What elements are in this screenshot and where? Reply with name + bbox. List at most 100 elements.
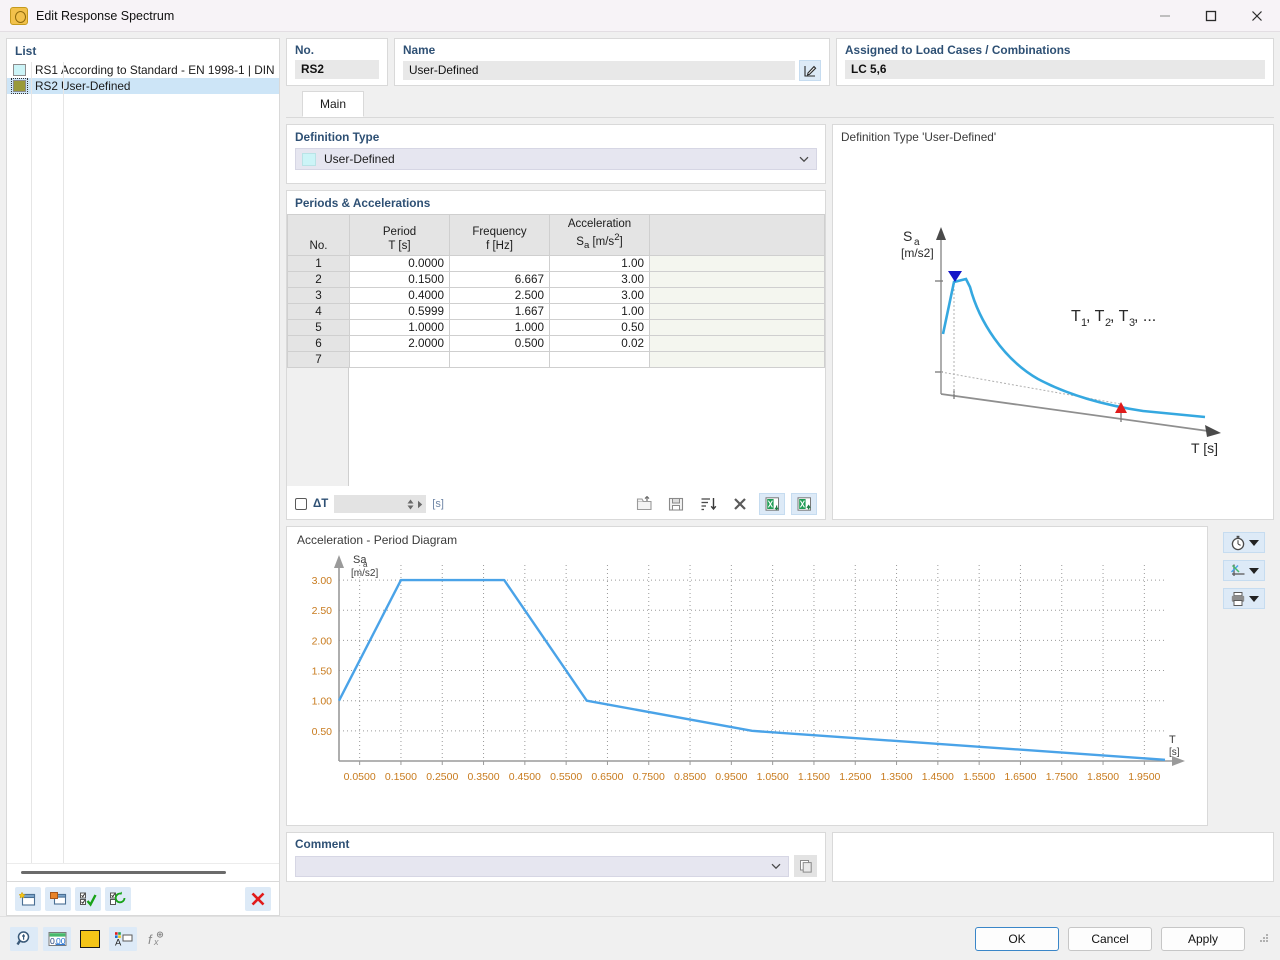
assigned-field-group: Assigned to Load Cases / Combinations: [836, 38, 1274, 86]
cell-frequency[interactable]: [450, 352, 550, 368]
acceleration-period-diagram-panel: Acceleration - Period Diagram 0.501.001.…: [286, 526, 1208, 826]
no-field-group: No.: [286, 38, 388, 86]
list-item[interactable]: RS1 According to Standard - EN 1998-1 | …: [7, 62, 279, 78]
list-item-no: RS1: [31, 63, 61, 77]
cell-period[interactable]: 0.1500: [350, 272, 450, 288]
column-header-blank: [650, 215, 825, 256]
tab-main[interactable]: Main: [302, 91, 364, 117]
cell-period[interactable]: 0.0000: [350, 256, 450, 272]
stepper-next-icon[interactable]: [416, 500, 424, 509]
table-row[interactable]: 3 0.4000 2.500 3.00: [288, 288, 825, 304]
sort-button[interactable]: [695, 493, 721, 515]
cell-acceleration[interactable]: [550, 352, 650, 368]
axis-chart-icon: [1230, 563, 1246, 579]
close-button[interactable]: [1234, 0, 1280, 32]
excel-import-button[interactable]: [759, 493, 785, 515]
comment-copy-button[interactable]: [794, 855, 817, 877]
svg-text:0.4500: 0.4500: [509, 771, 541, 783]
chart-area[interactable]: 0.501.001.502.002.503.000.05000.15000.25…: [287, 549, 1207, 825]
check-all-button[interactable]: [75, 887, 101, 911]
svg-text:0.3500: 0.3500: [467, 771, 499, 783]
svg-text:1.3500: 1.3500: [880, 771, 912, 783]
table-empty-area: [287, 368, 825, 486]
delete-item-button[interactable]: [245, 887, 271, 911]
definition-preview-header: Definition Type 'User-Defined': [833, 125, 1273, 148]
cell-period[interactable]: 2.0000: [350, 336, 450, 352]
dialog-footer: 0, 00 A f: [0, 916, 1280, 960]
cell-acceleration[interactable]: 0.50: [550, 320, 650, 336]
new-item-button[interactable]: [15, 887, 41, 911]
formula-button[interactable]: f x: [142, 927, 170, 951]
cell-frequency[interactable]: 6.667: [450, 272, 550, 288]
svg-text:, T: , T: [1086, 308, 1105, 325]
svg-text:0.7500: 0.7500: [633, 771, 665, 783]
periods-table: No. PeriodT [s] Frequencyf [Hz]: [287, 214, 825, 368]
table-row[interactable]: 6 2.0000 0.500 0.02: [288, 336, 825, 352]
table-row[interactable]: 7: [288, 352, 825, 368]
color-swatch-icon: [80, 930, 100, 948]
cell-frequency[interactable]: 2.500: [450, 288, 550, 304]
cell-acceleration[interactable]: 1.00: [550, 256, 650, 272]
delta-t-stepper[interactable]: [334, 495, 426, 513]
number-format-button[interactable]: 0, 00: [43, 927, 71, 951]
apply-button[interactable]: Apply: [1161, 927, 1245, 951]
comment-panel: Comment: [286, 832, 826, 882]
svg-text:0.1500: 0.1500: [385, 771, 417, 783]
color-swatch-button[interactable]: [76, 927, 104, 951]
refresh-check-button[interactable]: [105, 887, 131, 911]
import-button[interactable]: [631, 493, 657, 515]
pencil-edit-icon[interactable]: [799, 60, 821, 81]
cell-frequency[interactable]: 1.000: [450, 320, 550, 336]
list-item[interactable]: RS2 User-Defined: [7, 78, 279, 94]
cell-no: 7: [288, 352, 350, 368]
definition-preview-panel: Definition Type 'User-Defined' S a [m/s2…: [832, 124, 1274, 520]
name-input[interactable]: [403, 61, 795, 80]
excel-export-button[interactable]: [791, 493, 817, 515]
cell-period[interactable]: [350, 352, 450, 368]
definition-type-select[interactable]: User-Defined: [295, 148, 817, 170]
timer-options-button[interactable]: [1223, 532, 1265, 553]
table-row[interactable]: 5 1.0000 1.000 0.50: [288, 320, 825, 336]
cell-blank: [650, 352, 825, 368]
cell-period[interactable]: 0.5999: [350, 304, 450, 320]
list-horizontal-scrollbar[interactable]: [7, 863, 279, 881]
cell-frequency[interactable]: 0.500: [450, 336, 550, 352]
comment-input[interactable]: [295, 856, 789, 877]
svg-text:, ...: , ...: [1134, 308, 1156, 325]
maximize-button[interactable]: [1188, 0, 1234, 32]
cell-no: 3: [288, 288, 350, 304]
table-row[interactable]: 2 0.1500 6.667 3.00: [288, 272, 825, 288]
printer-icon: [1230, 591, 1246, 607]
table-row[interactable]: 1 0.0000 1.00: [288, 256, 825, 272]
cell-frequency[interactable]: [450, 256, 550, 272]
copy-item-button[interactable]: [45, 887, 71, 911]
svg-text:1.00: 1.00: [312, 696, 333, 708]
assigned-value[interactable]: [845, 60, 1265, 79]
save-button[interactable]: [663, 493, 689, 515]
cancel-button[interactable]: Cancel: [1068, 927, 1152, 951]
decimal-places-icon: 0, 00: [48, 931, 67, 947]
cell-acceleration[interactable]: 0.02: [550, 336, 650, 352]
stepper-arrows-icon[interactable]: [407, 499, 414, 510]
delete-row-button[interactable]: [727, 493, 753, 515]
cell-frequency[interactable]: 1.667: [450, 304, 550, 320]
cell-period[interactable]: 1.0000: [350, 320, 450, 336]
cell-acceleration[interactable]: 1.00: [550, 304, 650, 320]
ok-button[interactable]: OK: [975, 927, 1059, 951]
resize-grip[interactable]: [1260, 934, 1270, 944]
definition-preview-graphic: S a [m/s2] T [s]: [833, 148, 1273, 519]
table-row[interactable]: 4 0.5999 1.667 1.00: [288, 304, 825, 320]
cell-acceleration[interactable]: 3.00: [550, 288, 650, 304]
zoom-tool-button[interactable]: [10, 927, 38, 951]
axis-options-button[interactable]: [1223, 560, 1265, 581]
delta-t-checkbox[interactable]: [295, 498, 307, 510]
chevron-down-icon: [1249, 596, 1259, 602]
legend-style-button[interactable]: A: [109, 927, 137, 951]
no-input[interactable]: [295, 60, 379, 79]
print-options-button[interactable]: [1223, 588, 1265, 609]
minimize-button[interactable]: [1142, 0, 1188, 32]
column-header-period: PeriodT [s]: [350, 215, 450, 256]
cell-period[interactable]: 0.4000: [350, 288, 450, 304]
cell-acceleration[interactable]: 3.00: [550, 272, 650, 288]
svg-text:1.7500: 1.7500: [1046, 771, 1078, 783]
